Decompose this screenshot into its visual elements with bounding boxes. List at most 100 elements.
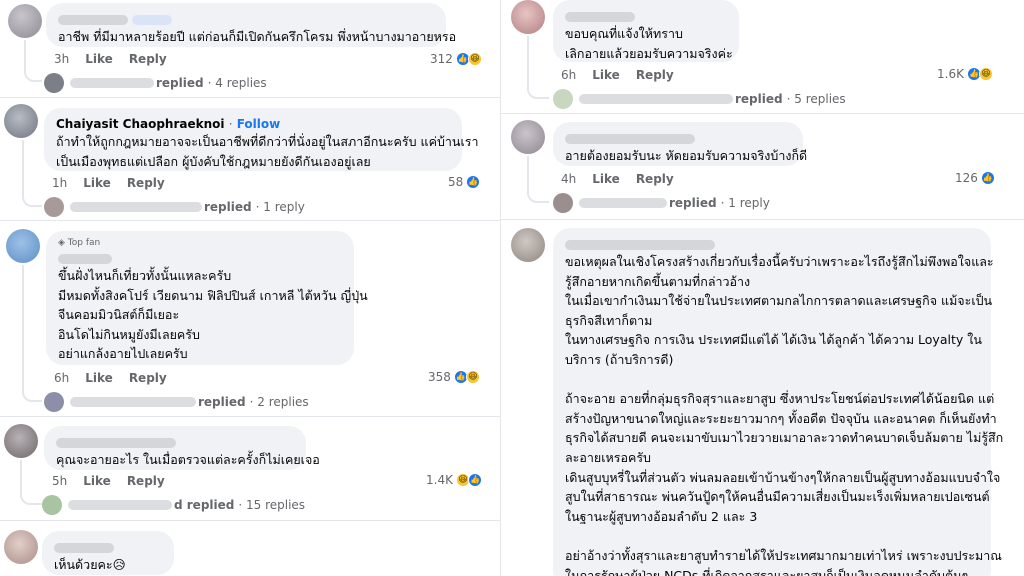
right-comment-column: ขอบคุณที่แจ้งให้ทราบ เลิกอายแล้วยอมรับคว… xyxy=(500,0,1024,576)
comment-text: อินโดไม่กินหมูยังมีเลยครับ xyxy=(58,326,200,342)
reply-avatar xyxy=(553,193,573,213)
view-replies-link[interactable]: replied · 1 reply xyxy=(553,192,770,214)
comment-text: คุณจะอายอะไร ในเมื่อตรวจแต่ละครั้งก็ไม่เ… xyxy=(56,452,320,467)
thread-connector xyxy=(527,156,549,203)
section-divider xyxy=(501,113,1024,114)
avatar[interactable] xyxy=(511,120,545,154)
section-divider xyxy=(0,520,500,521)
view-replies-link[interactable]: d replied · 15 replies xyxy=(42,494,305,516)
like-button[interactable]: Like xyxy=(83,474,111,488)
comment-text: ขอเหตุผลในเชิงโครงสร้างเกี่ยวกับเรื่องนี… xyxy=(565,254,994,269)
comment-actions: 6h Like Reply xyxy=(54,370,183,386)
reply-avatar xyxy=(42,495,62,515)
reply-button[interactable]: Reply xyxy=(127,474,165,488)
comment-text: จีนคอมมิวนิสต์ก็มีเยอะ xyxy=(58,307,180,323)
comment-time[interactable]: 3h xyxy=(54,52,69,66)
comment-text: ถ้าทำให้ถูกกฎหมายอาจจะเป็นอาชีพที่ดีกว่า… xyxy=(56,134,479,149)
comment-author[interactable] xyxy=(565,8,727,24)
view-replies-link[interactable]: replied · 1 reply xyxy=(44,196,305,218)
thread-connector xyxy=(24,40,42,82)
reaction-count: 1.6K xyxy=(937,67,964,81)
comment-text: ธุรกิจได้สบายดี คนจะเมาขับเมาไวยวายเมาอา… xyxy=(565,430,1004,446)
comment-bubble: Chaiyasit Chaophraeknoi · Follow ถ้าทำให… xyxy=(44,108,479,171)
comment-time[interactable]: 6h xyxy=(561,68,576,82)
view-replies-link[interactable]: replied · 5 replies xyxy=(553,88,846,110)
avatar[interactable] xyxy=(6,229,40,263)
thread-connector xyxy=(22,140,42,207)
like-button[interactable]: Like xyxy=(592,68,620,82)
comment-actions: 5h Like Reply xyxy=(52,473,181,489)
reply-avatar xyxy=(553,89,573,109)
comment-text: เป็นเมืองพุทธแต่เปลือก ผู้บังคับใช้กฎหมา… xyxy=(56,153,371,169)
follow-button[interactable]: Follow xyxy=(237,117,281,131)
comment-text: ถ้าจะอาย อายที่กลุ่มธุรกิจสุราและยาสูบ ซ… xyxy=(565,391,995,407)
comment-text: ละอายเหรอครับ xyxy=(565,449,651,465)
reaction-summary[interactable]: 358 👍 😆 xyxy=(428,369,480,385)
reaction-summary[interactable]: 58 👍 xyxy=(448,174,481,190)
comment-time[interactable]: 4h xyxy=(561,172,576,186)
comment-text: ในเมื่อเขากำเงินมาใช้จ่ายในประเทศตามกลไก… xyxy=(565,293,993,309)
section-divider xyxy=(0,416,500,417)
like-button[interactable]: Like xyxy=(592,172,620,186)
comment-bubble: อาชีพ ที่มีมาหลายร้อยปี แต่ก่อนก็มีเปิดก… xyxy=(46,3,456,47)
comment-text: เดินสูบบุหรี่ในที่ส่วนตัว พ่นลมลอยเข้าบ้… xyxy=(565,469,1001,485)
comment-author[interactable]: Chaiyasit Chaophraeknoi xyxy=(56,117,225,131)
comment-time[interactable]: 5h xyxy=(52,474,67,488)
comment-actions: 3h Like Reply xyxy=(54,51,183,67)
reaction-summary[interactable]: 126 👍 xyxy=(955,170,995,186)
like-button[interactable]: Like xyxy=(83,176,111,190)
reaction-count: 1.4K xyxy=(426,473,453,487)
comment-bubble: อายต้องยอมรับนะ หัดยอมรับความจริงบ้างก็ด… xyxy=(553,122,808,166)
reaction-count: 58 xyxy=(448,175,464,189)
comment-text: ในฐานะผู้สูบทางอ้อมลำดับ 2 และ 3 xyxy=(565,508,758,524)
reaction-count: 358 xyxy=(428,370,451,384)
comment-actions: 4h Like Reply xyxy=(561,171,690,187)
comment-text: สร้างปัญหาขนาดใหญ่และระยะยาวมากๆ ทั้งอดี… xyxy=(565,410,997,426)
comment-author[interactable] xyxy=(58,11,434,27)
comment-actions: 1h Like Reply xyxy=(52,175,181,191)
reaction-count: 312 xyxy=(430,52,453,66)
like-reaction-icon: 👍 xyxy=(980,171,995,185)
like-button[interactable]: Like xyxy=(85,371,113,385)
comment-text: บริการ (ถ้าบริการดี) xyxy=(565,351,674,367)
comment-text: ในการรักษาผู้ป่วย NCDs ที่เกิดจากสุราและ… xyxy=(565,567,969,576)
comment-author[interactable] xyxy=(565,130,791,146)
comment-text: เลิกอายแล้วยอมรับความจริงค่ะ xyxy=(565,45,733,61)
avatar[interactable] xyxy=(4,424,38,458)
reply-button[interactable]: Reply xyxy=(129,52,167,66)
section-divider xyxy=(0,97,500,98)
reply-avatar xyxy=(44,392,64,412)
avatar[interactable] xyxy=(4,530,38,564)
thread-connector xyxy=(22,265,42,402)
section-divider xyxy=(501,219,1024,220)
comment-time[interactable]: 6h xyxy=(54,371,69,385)
section-divider xyxy=(0,220,500,221)
comment-author[interactable] xyxy=(565,236,979,252)
like-button[interactable]: Like xyxy=(85,52,113,66)
comment-text: อายต้องยอมรับนะ หัดยอมรับความจริงบ้างก็ด… xyxy=(565,148,808,163)
reaction-summary[interactable]: 1.4K 😆 👍 xyxy=(426,472,482,488)
comment-text: สูบในที่สาธารณะ พ่นควันปู้ดๆให้คนอื่นมีค… xyxy=(565,489,990,505)
comment-time[interactable]: 1h xyxy=(52,176,67,190)
reply-button[interactable]: Reply xyxy=(129,371,167,385)
avatar[interactable] xyxy=(4,104,38,138)
left-comment-column: อาชีพ ที่มีมาหลายร้อยปี แต่ก่อนก็มีเปิดก… xyxy=(0,0,500,576)
comment-text: อย่าอ้างว่าทั้งสุราและยาสูบทำรายได้ให้ปร… xyxy=(565,547,1002,563)
avatar[interactable] xyxy=(511,228,545,262)
comment-author[interactable] xyxy=(58,250,342,266)
reply-button[interactable]: Reply xyxy=(127,176,165,190)
thread-connector xyxy=(20,460,42,505)
reply-button[interactable]: Reply xyxy=(636,68,674,82)
reply-button[interactable]: Reply xyxy=(636,172,674,186)
reaction-summary[interactable]: 1.6K 👍 😆 xyxy=(937,66,993,82)
reaction-summary[interactable]: 312 👍 😆 xyxy=(430,51,482,67)
avatar[interactable] xyxy=(8,4,42,38)
comment-author[interactable] xyxy=(54,539,162,555)
like-reaction-icon: 👍 xyxy=(466,175,481,189)
view-replies-link[interactable]: replied · 2 replies xyxy=(44,391,309,413)
avatar[interactable] xyxy=(511,0,545,34)
comment-text: ขอบคุณที่แจ้งให้ทราบ xyxy=(565,26,683,41)
view-replies-link[interactable]: replied · 4 replies xyxy=(44,72,267,94)
comment-text: ในทางเศรษฐกิจ การเงิน ประเทศมีแต่ได้ ได้… xyxy=(565,332,982,348)
comment-author[interactable] xyxy=(56,434,294,450)
